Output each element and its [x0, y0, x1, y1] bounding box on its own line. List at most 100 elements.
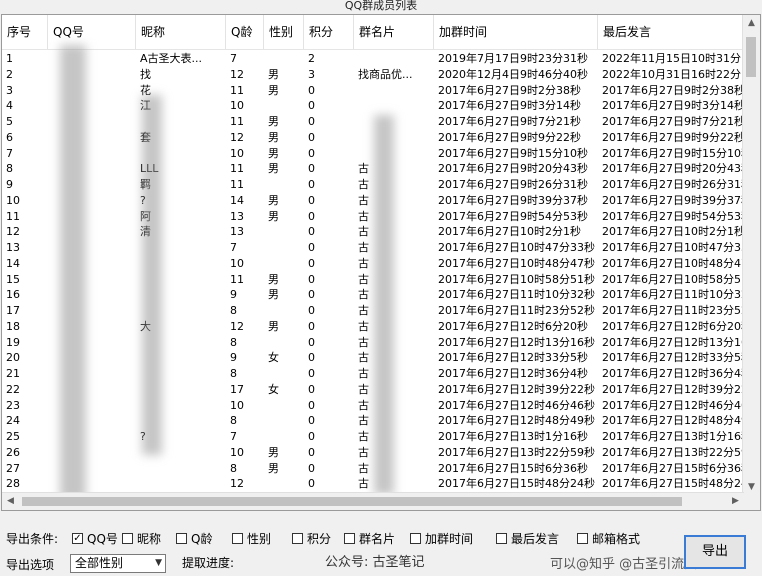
cell-col-card: 古: [358, 193, 369, 207]
table-row[interactable]: 9羁110古2017年6月27日9时26分31秒2017年6月27日9时26分3…: [2, 177, 744, 193]
export-button[interactable]: 导出: [684, 535, 746, 569]
cell-col-qage: 8: [230, 414, 237, 428]
table-row[interactable]: 22 17 女 0 古 2017年6月27日12时39分22秒 2017年6月27日12时3…: [2, 382, 744, 398]
checkbox-box[interactable]: [122, 533, 133, 544]
cell-col-last-speak: 2017年6月27日9时54分53秒: [602, 209, 744, 223]
cell-col-last-speak: 2017年6月27日12时13分16秒: [602, 335, 744, 349]
checkbox-box[interactable]: [410, 533, 421, 544]
cell-col-index: 25: [6, 430, 20, 443]
horizontal-scrollbar[interactable]: ◀ ▶: [2, 492, 744, 510]
table-row[interactable]: 1 A古圣大表... 7 2 2019年7月17日9时23分31秒 2022年11月15日…: [2, 51, 744, 67]
header-col-join-time[interactable]: 加群时间: [434, 15, 598, 49]
vertical-scrollbar[interactable]: ▲ ▼: [742, 15, 760, 496]
cell-col-index: 11: [6, 209, 20, 223]
table-row[interactable]: 27 8 男 0 古 2017年6月27日15时6分36秒 2017年6月27日15时6分3…: [2, 461, 744, 477]
cell-col-card: [354, 114, 434, 130]
table-row[interactable]: 6套12男02017年6月27日9时9分22秒2017年6月27日9时9分22秒: [2, 130, 744, 146]
table-row[interactable]: 20 9 女 0 古 2017年6月27日12时33分5秒 2017年6月27日12时33分…: [2, 350, 744, 366]
table-row[interactable]: 24 8 0 古 2017年6月27日12时48分49秒 2017年6月27日12时48分…: [2, 413, 744, 429]
cell-col-index: 27: [6, 461, 20, 475]
checkbox-0[interactable]: ✓ QQ号: [72, 530, 118, 547]
cell-col-join-time: 2017年6月27日12时39分22秒: [438, 382, 595, 396]
table-row[interactable]: 8LLL11男0古2017年6月27日9时20分43秒2017年6月27日9时2…: [2, 161, 744, 177]
cell-col-qage: 11: [230, 178, 244, 191]
table-row[interactable]: 28 12 0 古 2017年6月27日15时48分24秒 2017年6月27日15时48…: [2, 476, 744, 492]
table-row[interactable]: 11阿13男0古2017年6月27日9时54分53秒2017年6月27日9时54…: [2, 209, 744, 225]
checkbox-box[interactable]: [344, 533, 355, 544]
watermark-right: 可以@知乎 @古圣引流圈: [550, 557, 698, 572]
table-row[interactable]: 23 10 0 古 2017年6月27日12时46分46秒 2017年6月27日12时46…: [2, 398, 744, 414]
header-col-index[interactable]: 序号: [2, 15, 48, 49]
gender-select-value: 全部性别: [75, 556, 124, 570]
scroll-left-icon[interactable]: ◀: [2, 493, 19, 510]
cell-col-last-speak: 2017年6月27日15时6分36秒: [602, 461, 744, 475]
checkbox-5[interactable]: 群名片: [344, 530, 395, 547]
table-row[interactable]: 13 7 0 古 2017年6月27日10时47分33秒 2017年6月27日10时47分…: [2, 240, 744, 256]
checkbox-1[interactable]: 昵称: [122, 530, 161, 547]
cell-col-points: 3: [308, 67, 315, 81]
scroll-up-icon[interactable]: ▲: [743, 15, 760, 32]
checkbox-box[interactable]: [176, 533, 187, 544]
header-col-qage[interactable]: Q龄: [226, 15, 264, 49]
cell-col-join-time: 2017年6月27日9时39分37秒: [438, 193, 588, 207]
checkbox-box[interactable]: [292, 533, 303, 544]
cell-col-qage: 10: [230, 398, 244, 412]
vertical-scroll-thumb[interactable]: [746, 37, 756, 77]
checkbox-7[interactable]: 最后发言: [496, 530, 559, 547]
checkbox-box[interactable]: [577, 533, 588, 544]
cell-col-join-time: 2019年7月17日9时23分31秒: [438, 52, 588, 65]
cell-col-qage: 10: [230, 146, 244, 160]
table-row[interactable]: 3 花 11 男 0 2017年6月27日9时2分38秒 2017年6月27日9时2分38秒: [2, 83, 744, 99]
cell-col-qage: 11: [230, 272, 244, 286]
table-row[interactable]: 7 10 男 0 2017年6月27日9时15分10秒 2017年6月27日9时15分10…: [2, 146, 744, 162]
cell-col-card: 古: [358, 319, 369, 333]
table-row[interactable]: 14 10 0 古 2017年6月27日10时48分47秒 2017年6月27日10时48…: [2, 256, 744, 272]
checkbox-6[interactable]: 加群时间: [410, 530, 473, 547]
cell-col-card: 古: [358, 256, 369, 270]
cell-col-nickname: [136, 476, 226, 492]
cell-col-qage: 13: [230, 225, 244, 239]
gender-select[interactable]: 全部性别 ▼: [70, 554, 166, 573]
table-row[interactable]: 15 11 男 0 古 2017年6月27日10时58分51秒 2017年6月27日10时5…: [2, 272, 744, 288]
table-row[interactable]: 4江1002017年6月27日9时3分14秒2017年6月27日9时3分14秒: [2, 98, 744, 114]
horizontal-scroll-thumb[interactable]: [22, 497, 682, 506]
cell-col-qage: 8: [230, 367, 237, 380]
table-row[interactable]: 18大12男0古2017年6月27日12时6分20秒2017年6月27日12时6…: [2, 319, 744, 335]
table-row[interactable]: 21 8 0 古 2017年6月27日12时36分4秒 2017年6月27日12时36分4…: [2, 366, 744, 382]
cell-col-points: 0: [308, 477, 315, 491]
table-row[interactable]: 10?14男0古2017年6月27日9时39分37秒2017年6月27日9时39…: [2, 193, 744, 209]
privacy-blur-card: [374, 115, 394, 495]
header-col-card[interactable]: 群名片: [354, 15, 434, 49]
header-col-points[interactable]: 积分: [304, 15, 354, 49]
checkbox-box[interactable]: [232, 533, 243, 544]
checkmark-icon[interactable]: ✓: [72, 533, 83, 544]
checkbox-2[interactable]: Q龄: [176, 530, 212, 547]
table-row[interactable]: 26 10 男 0 古 2017年6月27日13时22分59秒 2017年6月27日13时2…: [2, 445, 744, 461]
cell-col-points: 2: [308, 52, 315, 65]
table-row[interactable]: 16 9 男 0 古 2017年6月27日11时10分32秒 2017年6月27日11时10…: [2, 287, 744, 303]
cell-col-card: 找商品优...: [358, 67, 413, 81]
header-col-last-speak[interactable]: 最后发言: [598, 15, 748, 49]
table-row[interactable]: 12清130古2017年6月27日10时2分1秒2017年6月27日10时2分1…: [2, 224, 744, 240]
table-row[interactable]: 5 11 男 0 2017年6月27日9时7分21秒 2017年6月27日9时7分21秒: [2, 114, 744, 130]
cell-col-gender: [264, 98, 304, 114]
header-col-nickname[interactable]: 昵称: [136, 15, 226, 49]
cell-col-last-speak: 2017年6月27日9时39分37秒: [602, 193, 744, 207]
scroll-right-icon[interactable]: ▶: [727, 493, 744, 510]
cell-col-last-speak: 2017年6月27日9时9分22秒: [602, 130, 744, 144]
header-col-gender[interactable]: 性别: [264, 15, 304, 49]
cell-col-index: 3: [6, 83, 13, 97]
member-table[interactable]: 序号 QQ号 昵称 Q龄 性别 积分 群名片 加群时间 最后发言 1 A古圣大表... 7 2 2019…: [1, 14, 761, 511]
header-col-qq[interactable]: QQ号: [48, 15, 136, 49]
cell-col-index: 28: [6, 477, 20, 491]
table-row[interactable]: 19 8 0 古 2017年6月27日12时13分16秒 2017年6月27日12时13分…: [2, 335, 744, 351]
table-row[interactable]: 17 8 0 古 2017年6月27日11时23分52秒 2017年6月27日11时23分…: [2, 303, 744, 319]
checkbox-8[interactable]: 邮箱格式: [577, 530, 640, 547]
table-row[interactable]: 2 找 12 男 3 找商品优... 2020年12月4日9时46分40秒 2022年10月3…: [2, 67, 744, 83]
cell-col-card: 古: [358, 178, 369, 191]
checkbox-4[interactable]: 积分: [292, 530, 331, 547]
table-row[interactable]: 25?70古2017年6月27日13时1分16秒2017年6月27日13时1分1…: [2, 429, 744, 445]
checkbox-3[interactable]: 性别: [232, 530, 271, 547]
checkbox-box[interactable]: [496, 533, 507, 544]
cell-col-gender: [264, 398, 304, 414]
